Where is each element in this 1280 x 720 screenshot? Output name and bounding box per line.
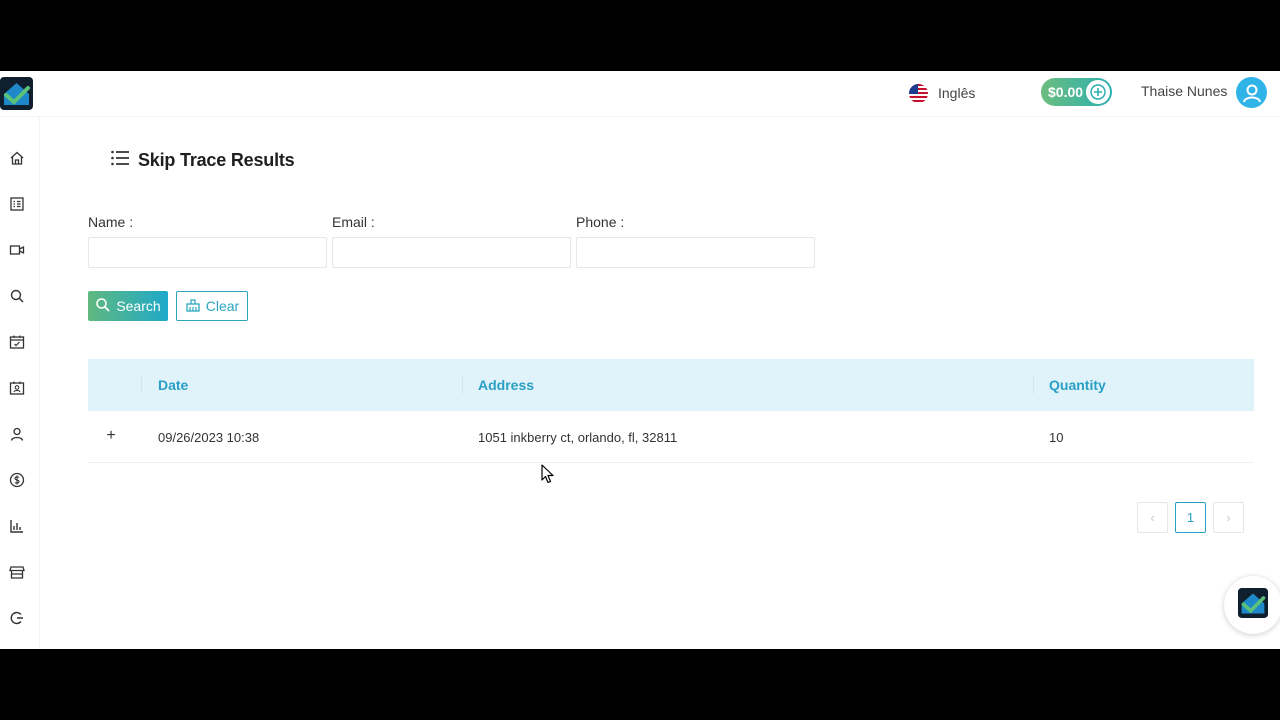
user-name[interactable]: Thaise Nunes [1141, 83, 1227, 99]
balance-pill[interactable]: $0.00 [1041, 78, 1112, 106]
video-letterbox-top [0, 0, 1280, 71]
contact-card-icon[interactable] [8, 379, 26, 397]
search-icon[interactable] [8, 287, 26, 305]
column-separator [1033, 376, 1034, 394]
language-selector[interactable]: Inglês [909, 82, 975, 104]
page-header: Skip Trace Results [110, 149, 295, 172]
name-label: Name : [88, 214, 134, 230]
email-label: Email : [332, 214, 375, 230]
add-funds-icon[interactable] [1086, 80, 1110, 104]
email-input[interactable] [332, 237, 571, 268]
column-separator [462, 376, 463, 394]
video-letterbox-bottom [0, 649, 1280, 720]
user-icon[interactable] [8, 425, 26, 443]
table-row[interactable]: + 09/26/2023 10:38 1051 inkberry ct, orl… [88, 411, 1254, 463]
clear-button-label: Clear [205, 298, 240, 314]
results-table: Date Address Quantity + 09/26/2023 10:38… [88, 359, 1254, 463]
avatar-icon[interactable] [1236, 77, 1267, 108]
page-title: Skip Trace Results [138, 150, 295, 170]
app-logo-icon[interactable] [0, 77, 33, 110]
column-header-quantity[interactable]: Quantity [1049, 359, 1106, 411]
clear-button[interactable]: Clear [176, 291, 248, 321]
bar-chart-icon[interactable] [8, 517, 26, 535]
table-header: Date Address Quantity [88, 359, 1254, 411]
name-input[interactable] [88, 237, 327, 268]
list-icon [110, 149, 130, 172]
list-icon[interactable] [8, 195, 26, 213]
column-header-address[interactable]: Address [478, 359, 534, 411]
logout-icon[interactable] [8, 609, 26, 627]
search-button[interactable]: Search [88, 291, 168, 321]
page-number-button[interactable]: 1 [1175, 502, 1206, 533]
row-date: 09/26/2023 10:38 [158, 429, 260, 445]
store-icon[interactable] [8, 563, 26, 581]
video-icon[interactable] [8, 241, 26, 259]
balance-amount: $0.00 [1048, 84, 1084, 100]
phone-label: Phone : [576, 214, 625, 230]
sidebar [0, 117, 40, 649]
us-flag-icon [909, 83, 928, 103]
expand-row-icon[interactable]: + [104, 427, 118, 444]
search-icon [95, 297, 111, 316]
phone-input[interactable] [576, 237, 815, 268]
calendar-icon[interactable] [8, 333, 26, 351]
app-window: Inglês $0.00 Thaise Nunes Skip Trace Res… [0, 71, 1280, 649]
row-address: 1051 inkberry ct, orlando, fl, 32811 [478, 429, 678, 445]
prev-page-button[interactable]: ‹ [1137, 502, 1168, 533]
column-separator [141, 376, 142, 394]
chat-widget-button[interactable] [1224, 576, 1280, 634]
language-label: Inglês [938, 85, 976, 101]
broom-icon [185, 297, 201, 316]
top-bar: Inglês $0.00 Thaise Nunes [0, 71, 1280, 117]
row-quantity: 10 [1049, 429, 1064, 445]
dollar-icon[interactable] [8, 471, 26, 489]
column-header-date[interactable]: Date [158, 359, 188, 411]
search-button-label: Search [116, 298, 161, 314]
mouse-cursor-icon [541, 464, 555, 484]
next-page-button[interactable]: › [1213, 502, 1244, 533]
chat-logo-icon [1238, 587, 1268, 623]
home-icon[interactable] [8, 149, 26, 167]
